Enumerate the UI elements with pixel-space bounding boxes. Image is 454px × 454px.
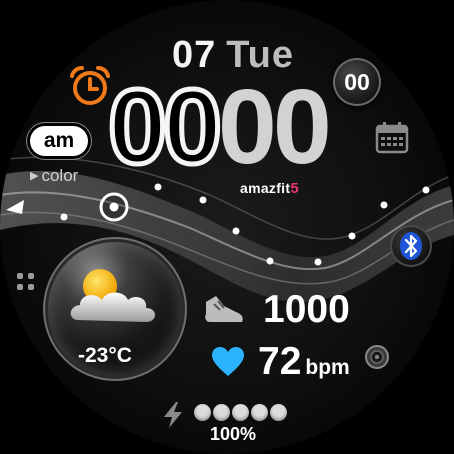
heart-icon (212, 347, 244, 376)
ampm-badge: am (30, 126, 88, 156)
battery-dot (270, 404, 287, 421)
battery-dot (213, 404, 230, 421)
bluetooth-button[interactable] (390, 225, 432, 267)
brand-logo: amazfit5 (240, 180, 299, 197)
minutes: 00 (217, 68, 332, 186)
battery-dot (251, 404, 268, 421)
partly-cloudy-icon (70, 269, 155, 322)
measure-icon[interactable] (364, 344, 390, 370)
lightning-icon (164, 402, 182, 428)
target-icon[interactable] (98, 191, 130, 223)
brand-name: amazfit (240, 180, 291, 196)
battery-dot (194, 404, 211, 421)
color-label: color (41, 166, 79, 185)
battery-percent: 100% (210, 424, 257, 444)
color-selector[interactable]: ▶ color (30, 166, 78, 186)
time-display: 0000 (106, 72, 332, 183)
calendar-icon[interactable] (372, 118, 412, 158)
heart-rate-display: 72 bpm (258, 340, 350, 384)
apps-grid-icon[interactable] (14, 270, 38, 294)
hours: 00 (106, 68, 225, 186)
heart-rate-value: 72 (258, 340, 302, 383)
battery-dot (232, 404, 249, 421)
seconds-badge: 00 (333, 58, 381, 106)
watch-face: 07 Tue 0000 00 am ▶ color amazfit5 -23°C… (0, 0, 454, 454)
shoe-icon (205, 296, 243, 322)
bluetooth-icon (400, 232, 422, 260)
heart-rate-unit: bpm (305, 356, 350, 379)
brand-mark: 5 (290, 180, 299, 197)
caret-right-icon: ▶ (30, 170, 39, 182)
alarm-icon[interactable] (68, 64, 112, 108)
steps-value: 1000 (263, 288, 350, 331)
temperature-value: -23°C (78, 344, 132, 367)
